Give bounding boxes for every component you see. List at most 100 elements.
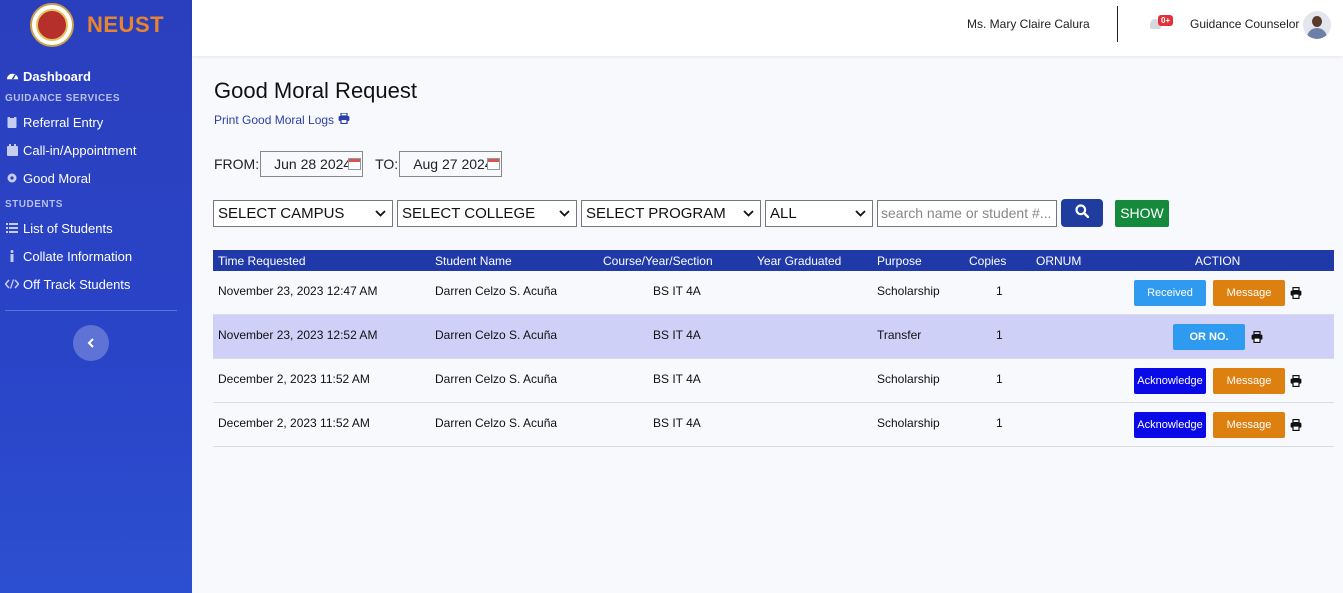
- to-date-value: Aug 27 2024: [413, 156, 493, 172]
- info-icon: [5, 249, 19, 263]
- chevron-down-icon: [743, 208, 754, 220]
- cell-time: December 2, 2023 11:52 AM: [218, 416, 370, 430]
- table-row: December 2, 2023 11:52 AM Darren Celzo S…: [213, 359, 1334, 403]
- printer-icon[interactable]: [1251, 331, 1263, 344]
- cell-name: Darren Celzo S. Acuña: [435, 328, 558, 342]
- requests-table: Time Requested Student Name Course/Year/…: [213, 250, 1334, 447]
- from-date-input[interactable]: Jun 28 2024: [260, 151, 364, 177]
- message-button[interactable]: Message: [1213, 368, 1285, 394]
- to-date-input[interactable]: Aug 27 2024: [399, 151, 503, 177]
- sidebar-item-off-track-students[interactable]: Off Track Students: [0, 270, 192, 298]
- date-range: FROM: Jun 28 2024 TO: Aug 27 2024: [214, 151, 503, 177]
- code-icon: [5, 277, 19, 291]
- cell-purpose: Scholarship: [877, 372, 940, 386]
- message-button[interactable]: Message: [1213, 412, 1285, 438]
- to-label: TO:: [375, 156, 399, 172]
- chevron-down-icon: [855, 208, 866, 220]
- received-button[interactable]: Received: [1134, 280, 1206, 306]
- from-label: FROM:: [214, 156, 260, 172]
- cell-purpose: Scholarship: [877, 284, 940, 298]
- or-number-button[interactable]: OR NO.: [1173, 324, 1245, 350]
- printer-icon[interactable]: [1290, 375, 1302, 388]
- brand[interactable]: NEUST: [0, 0, 192, 50]
- user-role[interactable]: Guidance Counselor: [1190, 17, 1299, 31]
- college-select-value: SELECT COLLEGE: [402, 204, 536, 222]
- sidebar-item-dashboard[interactable]: Dashboard: [0, 62, 192, 90]
- show-button[interactable]: SHOW: [1115, 199, 1169, 227]
- cell-name: Darren Celzo S. Acuña: [435, 284, 558, 298]
- list-icon: [5, 221, 19, 235]
- cell-copies: 1: [996, 284, 1003, 298]
- search-button[interactable]: [1061, 199, 1103, 227]
- table-row: November 23, 2023 12:52 AM Darren Celzo …: [213, 315, 1334, 359]
- sidebar: NEUST Dashboard GUIDANCE SERVICES Referr…: [0, 0, 192, 593]
- chevron-down-icon: [559, 208, 570, 220]
- cell-course: BS IT 4A: [653, 328, 701, 342]
- sidebar-divider: [5, 310, 177, 311]
- topbar: Ms. Mary Claire Calura 0+ Guidance Couns…: [192, 0, 1343, 56]
- sidebar-item-label: Collate Information: [23, 248, 133, 264]
- chevron-down-icon: [375, 208, 386, 220]
- acknowledge-button[interactable]: Acknowledge: [1134, 368, 1206, 394]
- printer-icon[interactable]: [1290, 419, 1302, 432]
- calendar-icon[interactable]: [348, 158, 362, 170]
- col-time-requested[interactable]: Time Requested: [218, 254, 306, 268]
- cell-time: November 23, 2023 12:52 AM: [218, 328, 378, 342]
- sidebar-item-label: Call-in/Appointment: [23, 142, 137, 158]
- cell-name: Darren Celzo S. Acuña: [435, 372, 558, 386]
- user-name[interactable]: Ms. Mary Claire Calura: [967, 17, 1090, 31]
- col-course[interactable]: Course/Year/Section: [603, 254, 713, 268]
- sidebar-item-label: Referral Entry: [23, 114, 104, 130]
- sidebar-heading-students: STUDENTS: [5, 199, 63, 210]
- program-select[interactable]: SELECT PROGRAM: [581, 199, 761, 227]
- filter-bar: SELECT CAMPUS SELECT COLLEGE SELECT PROG…: [213, 199, 1169, 227]
- cell-copies: 1: [996, 372, 1003, 386]
- sidebar-item-referral-entry[interactable]: Referral Entry: [0, 108, 192, 136]
- col-copies[interactable]: Copies: [969, 254, 1006, 268]
- message-button[interactable]: Message: [1213, 280, 1285, 306]
- clipboard-icon: [5, 115, 19, 129]
- sidebar-item-label: Off Track Students: [23, 276, 131, 292]
- sidebar-item-call-in-appointment[interactable]: Call-in/Appointment: [0, 136, 192, 164]
- print-logs-link[interactable]: Print Good Moral Logs: [214, 112, 350, 127]
- chevron-left-icon: [87, 335, 95, 351]
- campus-select-value: SELECT CAMPUS: [218, 204, 345, 222]
- printer-icon[interactable]: [1290, 287, 1302, 300]
- notification-badge: 0+: [1158, 15, 1174, 26]
- col-ornum[interactable]: ORNUM: [1036, 254, 1081, 268]
- sidebar-item-label: Good Moral: [23, 170, 91, 186]
- college-select[interactable]: SELECT COLLEGE: [397, 199, 577, 227]
- print-logs-label: Print Good Moral Logs: [214, 113, 335, 127]
- col-purpose[interactable]: Purpose: [877, 254, 922, 268]
- program-select-value: SELECT PROGRAM: [586, 204, 726, 222]
- sidebar-item-good-moral[interactable]: Good Moral: [0, 164, 192, 192]
- brand-name: NEUST: [87, 12, 165, 37]
- avatar[interactable]: [1303, 11, 1331, 39]
- search-icon: [1075, 203, 1090, 223]
- sidebar-item-list-of-students[interactable]: List of Students: [0, 214, 192, 242]
- calendar-icon[interactable]: [487, 158, 501, 170]
- printer-icon: [338, 112, 350, 127]
- cell-time: December 2, 2023 11:52 AM: [218, 372, 370, 386]
- cell-copies: 1: [996, 328, 1003, 342]
- cell-course: BS IT 4A: [653, 372, 701, 386]
- tachometer-icon: [5, 69, 19, 83]
- cell-name: Darren Celzo S. Acuña: [435, 416, 558, 430]
- sidebar-item-label: List of Students: [23, 220, 113, 236]
- sidebar-toggle-button[interactable]: [73, 325, 109, 361]
- cell-purpose: Transfer: [877, 328, 922, 342]
- university-seal-logo: [30, 3, 74, 47]
- acknowledge-button[interactable]: Acknowledge: [1134, 412, 1206, 438]
- table-row: November 23, 2023 12:47 AM Darren Celzo …: [213, 271, 1334, 315]
- campus-select[interactable]: SELECT CAMPUS: [213, 199, 393, 227]
- col-student-name[interactable]: Student Name: [435, 254, 512, 268]
- sidebar-item-label: Dashboard: [23, 68, 91, 84]
- status-select[interactable]: ALL: [765, 199, 873, 227]
- col-year-graduated[interactable]: Year Graduated: [757, 254, 841, 268]
- table-row: December 2, 2023 11:52 AM Darren Celzo S…: [213, 403, 1334, 447]
- search-placeholder: search name or student #...: [881, 205, 1052, 221]
- search-input[interactable]: search name or student #...: [877, 199, 1057, 227]
- cell-time: November 23, 2023 12:47 AM: [218, 284, 378, 298]
- cell-purpose: Scholarship: [877, 416, 940, 430]
- sidebar-item-collate-information[interactable]: Collate Information: [0, 242, 192, 270]
